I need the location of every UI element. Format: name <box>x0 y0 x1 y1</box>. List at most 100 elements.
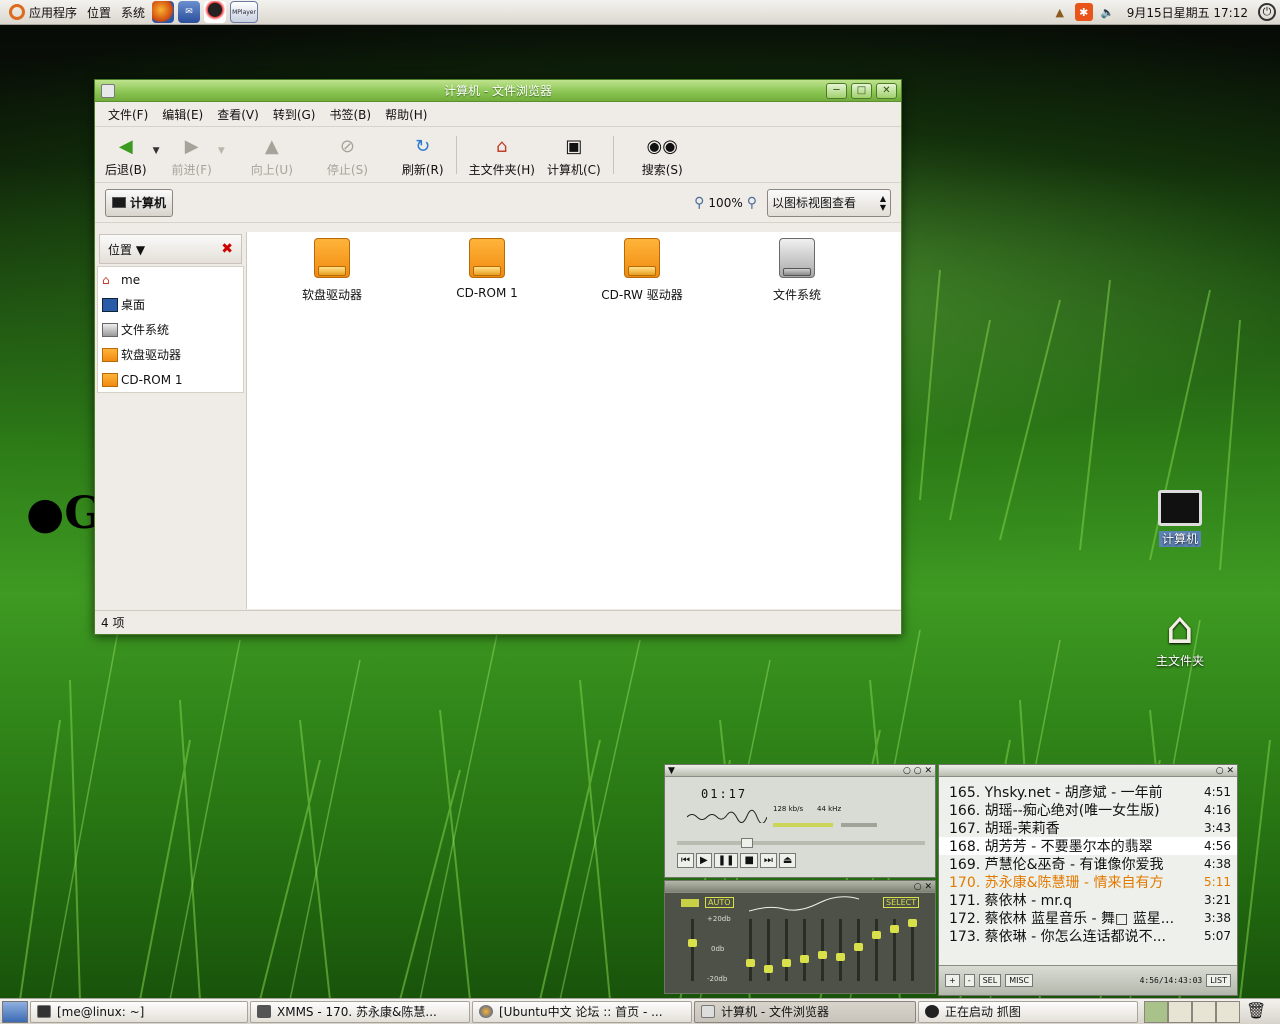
stop-button[interactable]: ⊘ 停止(S) <box>321 130 374 178</box>
forward-button[interactable]: ▶ 前进(F) <box>166 130 218 178</box>
sidebar-header[interactable]: 位置 ▼ ✖ <box>99 234 242 264</box>
menu-edit[interactable]: 编辑(E) <box>155 106 210 123</box>
system-menu[interactable]: 系统 <box>116 0 150 25</box>
stop-icon[interactable]: ■ <box>740 853 758 868</box>
update-star-icon[interactable]: ✱ <box>1074 3 1093 21</box>
close-button[interactable]: ✕ <box>876 82 897 99</box>
window-titlebar[interactable]: 计算机 - 文件浏览器 ─ □ ✕ <box>95 80 901 102</box>
sidebar-item-floppy[interactable]: 软盘驱动器 <box>98 342 243 367</box>
eq-auto-toggle[interactable]: AUTO <box>705 897 734 908</box>
file-item-floppy[interactable]: 软盘驱动器 <box>267 238 397 303</box>
xmms-titlebar[interactable]: ▼ ○ ○ ✕ <box>665 765 935 777</box>
playlist-row-selected[interactable]: 168. 胡芳芳 - 不要墨尔本的翡翠 4:56 <box>939 837 1237 855</box>
zoom-out-icon[interactable]: ⚲ <box>694 195 704 211</box>
zoom-in-icon[interactable]: ⚲ <box>747 195 757 211</box>
back-button[interactable]: ◀ 后退(B) <box>99 130 153 178</box>
workspace-3[interactable] <box>1192 1000 1216 1023</box>
eq-select-button[interactable]: SELECT <box>883 897 920 908</box>
playlist-misc-button[interactable]: MISC <box>1005 974 1034 987</box>
xmms-window-buttons[interactable]: ○ ○ ✕ <box>903 766 932 776</box>
places-menu[interactable]: 位置 <box>82 0 116 25</box>
task-firefox[interactable]: [Ubuntu中文 论坛 :: 首页 - ... <box>472 1000 692 1023</box>
file-item-cdrw[interactable]: CD-RW 驱动器 <box>577 238 707 303</box>
trash-icon[interactable]: 🗑 <box>1246 1001 1266 1023</box>
sidebar-item-filesystem[interactable]: 文件系统 <box>98 317 243 342</box>
clock[interactable]: 9月15日星期五 17:12 <box>1123 4 1252 21</box>
applications-menu[interactable]: 应用程序 <box>4 0 82 25</box>
computer-button[interactable]: ▣ 计算机(C) <box>541 130 607 178</box>
xmms-time-display[interactable]: 01:17 <box>701 787 747 801</box>
eq-band-slider[interactable] <box>746 919 755 981</box>
playlist-select-button[interactable]: SEL <box>978 974 1002 987</box>
eq-band-slider[interactable] <box>764 919 773 981</box>
eq-window-buttons[interactable]: ○ ✕ <box>914 882 932 892</box>
menu-file[interactable]: 文件(F) <box>101 106 155 123</box>
back-history-dropdown[interactable]: ▼ <box>153 146 160 156</box>
location-computer-button[interactable]: 计算机 <box>105 188 174 217</box>
task-terminal[interactable]: [me@linux: ~] <box>30 1000 248 1023</box>
menu-go[interactable]: 转到(G) <box>266 106 323 123</box>
view-mode-select[interactable]: 以图标视图查看 ▲ ▼ <box>767 188 891 217</box>
workspace-1[interactable] <box>1144 1000 1168 1023</box>
menu-help[interactable]: 帮助(H) <box>378 106 434 123</box>
desktop-icon-home[interactable]: ⌂ 主文件夹 <box>1140 606 1220 669</box>
eq-band-slider[interactable] <box>800 919 809 981</box>
playlist-row[interactable]: 165. Yhsky.net - 胡彦斌 - 一年前 4:51 <box>939 783 1237 801</box>
eq-titlebar[interactable]: ○ ✕ <box>665 881 935 893</box>
playlist-row[interactable]: 169. 芦慧伦&巫奇 - 有谁像你爱我 4:38 <box>939 855 1237 873</box>
zoom-level[interactable]: 100% <box>708 196 742 210</box>
playlist-row-playing[interactable]: 170. 苏永康&陈慧珊 - 情来自有方 5:11 <box>939 873 1237 891</box>
qq-icon[interactable] <box>204 1 227 23</box>
desktop-icon-computer[interactable]: 计算机 <box>1140 490 1220 547</box>
workspace-2[interactable] <box>1168 1000 1192 1023</box>
playlist-row[interactable]: 172. 蔡依林 蓝星音乐 - 舞□ 蓝星... 3:38 <box>939 909 1237 927</box>
eq-band-slider[interactable] <box>782 919 791 981</box>
next-icon[interactable]: ⏭ <box>759 853 777 868</box>
up-button[interactable]: ▲ 向上(U) <box>245 130 299 178</box>
xmms-menu-icon[interactable]: ▼ <box>668 766 675 776</box>
sidebar-item-home[interactable]: ⌂ me <box>98 267 243 292</box>
eject-icon[interactable]: ⏏ <box>778 853 797 868</box>
workspace-4[interactable] <box>1216 1000 1240 1023</box>
eq-band-slider[interactable] <box>890 919 899 981</box>
xmms-balance-slider[interactable] <box>841 823 877 827</box>
task-screenshot[interactable]: 正在启动 抓图 <box>918 1000 1138 1023</box>
play-icon[interactable]: ▶ <box>696 853 712 868</box>
sidebar-close-icon[interactable]: ✖ <box>221 241 233 257</box>
power-icon[interactable]: ⏻ <box>1258 3 1276 21</box>
playlist-row[interactable]: 167. 胡瑶-茉莉香 3:43 <box>939 819 1237 837</box>
eq-preamp-slider[interactable] <box>688 919 697 981</box>
task-file-browser[interactable]: 计算机 - 文件浏览器 <box>694 1000 916 1023</box>
thunderbird-icon[interactable]: ✉ <box>178 1 201 23</box>
playlist-row[interactable]: 173. 蔡依琳 - 你怎么连话都说不... 5:07 <box>939 927 1237 945</box>
sidebar-item-cdrom[interactable]: CD-ROM 1 <box>98 367 243 392</box>
notification-bell-icon[interactable]: ▲ <box>1051 3 1069 21</box>
sidebar-type-select[interactable]: 位置 ▼ <box>108 241 145 258</box>
file-item-filesystem[interactable]: 文件系统 <box>732 238 862 303</box>
xmms-seek-bar[interactable] <box>677 838 925 848</box>
file-item-cdrom[interactable]: CD-ROM 1 <box>422 238 552 300</box>
eq-band-slider[interactable] <box>908 919 917 981</box>
home-button[interactable]: ⌂ 主文件夹(H) <box>463 130 541 178</box>
maximize-button[interactable]: □ <box>851 82 872 99</box>
menu-bookmarks[interactable]: 书签(B) <box>322 106 378 123</box>
playlist-window-buttons[interactable]: ○ ✕ <box>1216 766 1234 776</box>
sidebar-item-desktop[interactable]: 桌面 <box>98 292 243 317</box>
prev-icon[interactable]: ⏮ <box>677 853 694 868</box>
xmms-volume-slider[interactable] <box>773 823 833 827</box>
playlist-row[interactable]: 166. 胡瑶--痴心绝对(唯一女生版) 4:16 <box>939 801 1237 819</box>
playlist-add-button[interactable]: + <box>945 974 960 987</box>
pause-icon[interactable]: ❚❚ <box>713 853 739 868</box>
task-xmms[interactable]: XMMS - 170. 苏永康&陈慧... <box>250 1000 470 1023</box>
forward-history-dropdown[interactable]: ▼ <box>218 146 225 156</box>
firefox-icon[interactable] <box>152 1 175 23</box>
show-desktop-button[interactable] <box>2 1000 28 1023</box>
eq-band-slider[interactable] <box>872 919 881 981</box>
volume-icon[interactable]: 🔈 <box>1099 3 1117 21</box>
minimize-button[interactable]: ─ <box>826 82 847 99</box>
reload-button[interactable]: ↻ 刷新(R) <box>396 130 450 178</box>
menu-view[interactable]: 查看(V) <box>210 106 266 123</box>
playlist-row[interactable]: 171. 蔡依林 - mr.q 3:21 <box>939 891 1237 909</box>
eq-band-slider[interactable] <box>836 919 845 981</box>
playlist-list-button[interactable]: LIST <box>1206 974 1231 987</box>
